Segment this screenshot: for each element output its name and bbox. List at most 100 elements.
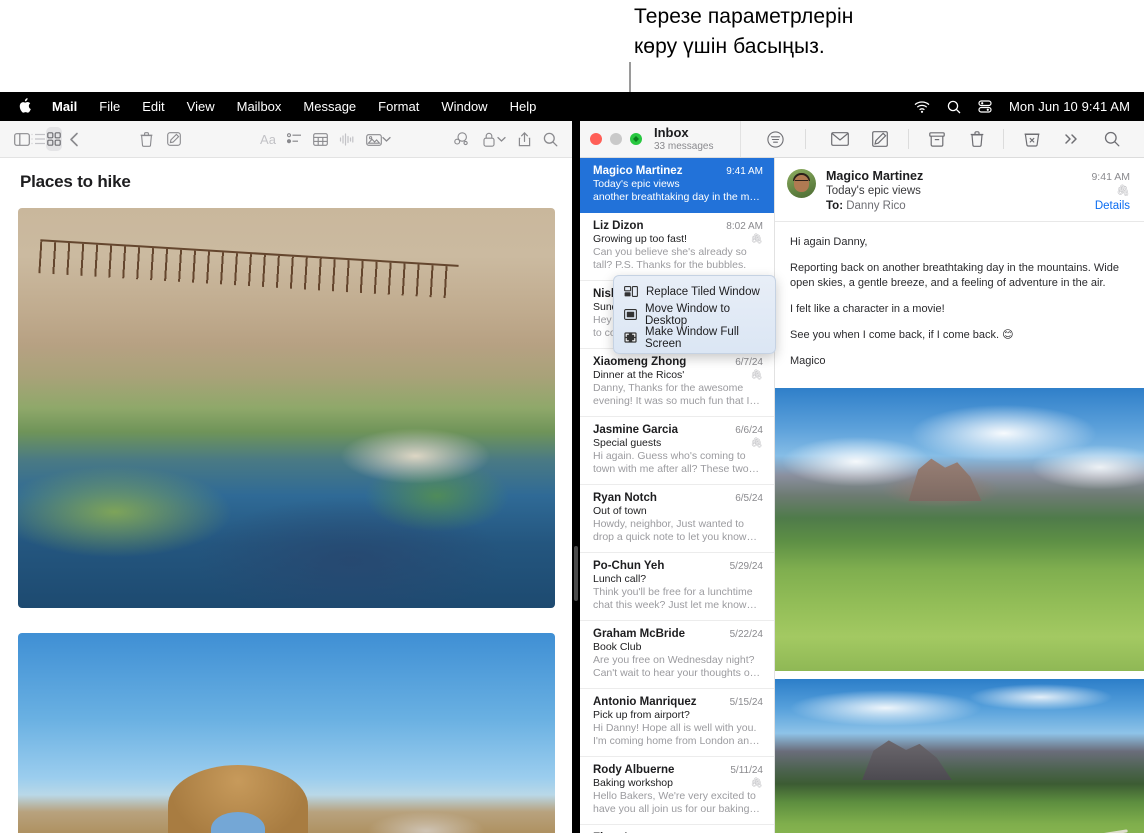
- control-center-icon[interactable]: [978, 100, 992, 113]
- message-list-item[interactable]: Fleur Lasseur5/10/24 Soccer jerseys Are …: [580, 825, 774, 833]
- menu-item-view[interactable]: View: [176, 99, 226, 114]
- toolbar-divider-1: [805, 129, 806, 149]
- menu-item-file[interactable]: File: [88, 99, 131, 114]
- attachment-icon: 🖇: [750, 438, 763, 449]
- sidebar-icon[interactable]: [14, 127, 30, 151]
- message-sender: Ryan Notch: [593, 492, 657, 504]
- lock-chevron-icon[interactable]: [497, 127, 506, 151]
- media-icon[interactable]: [366, 127, 382, 151]
- checklist-icon[interactable]: [286, 127, 302, 151]
- mailbox-message-count: 33 messages: [654, 141, 713, 153]
- archive-icon[interactable]: [917, 125, 957, 153]
- message-body-paragraph: See you when I come back, if I come back…: [790, 328, 1129, 343]
- menu-item-mailbox[interactable]: Mailbox: [226, 99, 293, 114]
- message-list-item[interactable]: Xiaomeng Zhong6/7/24 Dinner at the Ricos…: [580, 349, 774, 417]
- menu-bar-clock[interactable]: Mon Jun 10 9:41 AM: [1009, 99, 1130, 114]
- hot-creek-river-photo[interactable]: [18, 208, 555, 608]
- message-list-item[interactable]: Jasmine Garcia6/6/24 Special guests🖇 Hi …: [580, 417, 774, 485]
- mail-toolbar: Inbox 33 messages: [580, 121, 1144, 158]
- menu-item-move-window-to-desktop[interactable]: Move Window to Desktop: [614, 303, 775, 326]
- get-mail-icon[interactable]: [820, 125, 860, 153]
- apple-menu-icon[interactable]: [14, 98, 41, 116]
- gallery-view-icon[interactable]: [46, 127, 62, 151]
- avatar-glasses: [795, 180, 808, 185]
- mail-toolbar-right: [741, 121, 1144, 157]
- message-list-item[interactable]: Magico Martinez9:41 AM Today's epic view…: [580, 158, 774, 213]
- attachment-icon: 🖇: [750, 370, 763, 381]
- message-date: 8:02 AM: [722, 221, 763, 232]
- search-icon[interactable]: [542, 127, 558, 151]
- message-list-item[interactable]: Po-Chun Yeh5/29/24 Lunch call? Think you…: [580, 553, 774, 621]
- split-divider-grip[interactable]: [574, 546, 578, 601]
- message-body-paragraph: Reporting back on another breathtaking d…: [790, 261, 1129, 291]
- message-body-paragraph: Hi again Danny,: [790, 235, 1129, 250]
- menu-bar-items: Mail File Edit View Mailbox Message Form…: [0, 98, 547, 116]
- macos-menu-bar: Mail File Edit View Mailbox Message Form…: [0, 92, 1144, 121]
- menu-item-format[interactable]: Format: [367, 99, 430, 114]
- trash-icon[interactable]: [138, 127, 154, 151]
- wifi-icon[interactable]: [914, 101, 930, 113]
- menu-item-edit[interactable]: Edit: [131, 99, 175, 114]
- menu-item-make-window-full-screen[interactable]: Make Window Full Screen: [614, 326, 775, 349]
- menu-item-label: Replace Tiled Window: [646, 286, 760, 298]
- menu-item-mail[interactable]: Mail: [41, 99, 88, 114]
- search-icon[interactable]: [947, 100, 961, 114]
- compose-note-icon[interactable]: [166, 127, 182, 151]
- audio-icon[interactable]: [338, 127, 354, 151]
- detail-timestamp: 9:41 AM: [1091, 171, 1130, 183]
- menu-item-replace-tiled-window[interactable]: Replace Tiled Window: [614, 280, 775, 303]
- message-sender: Antonio Manriquez: [593, 696, 697, 708]
- list-view-icon[interactable]: [30, 127, 46, 151]
- message-body-paragraph: Magico: [790, 354, 1129, 369]
- message-subject: Lunch call?: [593, 573, 646, 585]
- table-icon[interactable]: [312, 127, 328, 151]
- message-list-item[interactable]: Rody Albuerne5/11/24 Baking workshop🖇 He…: [580, 757, 774, 825]
- menu-item-label: Make Window Full Screen: [645, 326, 765, 350]
- share-icon[interactable]: [516, 127, 532, 151]
- format-text-icon[interactable]: Aa: [260, 127, 276, 151]
- message-preview: Hi Danny! Hope all is well with you. I'm…: [593, 722, 763, 748]
- message-list[interactable]: Magico Martinez9:41 AM Today's epic view…: [580, 158, 775, 833]
- message-date: 6/6/24: [731, 425, 763, 436]
- alpe-di-siusi-meadow-photo[interactable]: [775, 388, 1144, 671]
- callout-text: Терезе параметрлерін көру үшін басыңыз.: [634, 2, 974, 62]
- fullscreen-button[interactable]: [630, 133, 642, 145]
- notes-content: Places to hike: [0, 158, 572, 833]
- junk-icon[interactable]: [1012, 125, 1052, 153]
- menu-item-window[interactable]: Window: [430, 99, 498, 114]
- message-preview: Can you believe she's already so tall? P…: [593, 246, 763, 272]
- menu-item-message[interactable]: Message: [292, 99, 367, 114]
- more-icon[interactable]: [1052, 125, 1092, 153]
- compose-icon[interactable]: [860, 125, 900, 153]
- message-date: 5/22/24: [726, 629, 763, 640]
- close-button[interactable]: [590, 133, 602, 145]
- filter-icon[interactable]: [755, 125, 795, 153]
- window-split-divider[interactable]: [572, 121, 580, 833]
- search-icon[interactable]: [1092, 125, 1132, 153]
- message-attachments: [775, 388, 1144, 833]
- dolomites-ridge-trail-photo[interactable]: [775, 679, 1144, 833]
- message-list-item[interactable]: Antonio Manriquez5/15/24 Pick up from ai…: [580, 689, 774, 757]
- message-preview: Think you'll be free for a lunchtime cha…: [593, 586, 763, 612]
- message-sender: Rody Albuerne: [593, 764, 674, 776]
- minimize-button[interactable]: [610, 133, 622, 145]
- back-icon[interactable]: [66, 127, 82, 151]
- chevron-down-icon[interactable]: [382, 127, 391, 151]
- window-options-menu[interactable]: Replace Tiled Window Move Window to Desk…: [613, 275, 776, 354]
- menu-item-help[interactable]: Help: [499, 99, 548, 114]
- detail-subject: Today's epic views: [826, 185, 921, 197]
- message-list-item[interactable]: Ryan Notch6/5/24 Out of town Howdy, neig…: [580, 485, 774, 553]
- collaborate-icon[interactable]: [453, 127, 469, 151]
- message-list-item[interactable]: Graham McBride5/22/24 Book Club Are you …: [580, 621, 774, 689]
- message-list-item[interactable]: Liz Dizon8:02 AM Growing up too fast!🖇 C…: [580, 213, 774, 281]
- delete-icon[interactable]: [957, 125, 997, 153]
- attachment-icon: 🖇: [1116, 184, 1130, 197]
- lock-icon[interactable]: [481, 127, 497, 151]
- message-preview: Danny, Thanks for the awesome evening! I…: [593, 382, 763, 408]
- details-link[interactable]: Details: [1095, 200, 1130, 212]
- avatar: [787, 169, 816, 198]
- mobius-arch-photo[interactable]: [18, 633, 555, 833]
- menu-item-label: Move Window to Desktop: [645, 303, 765, 327]
- message-body-paragraph: I felt like a character in a movie!: [790, 302, 1129, 317]
- message-preview: Are you free on Wednesday night? Can't w…: [593, 654, 763, 680]
